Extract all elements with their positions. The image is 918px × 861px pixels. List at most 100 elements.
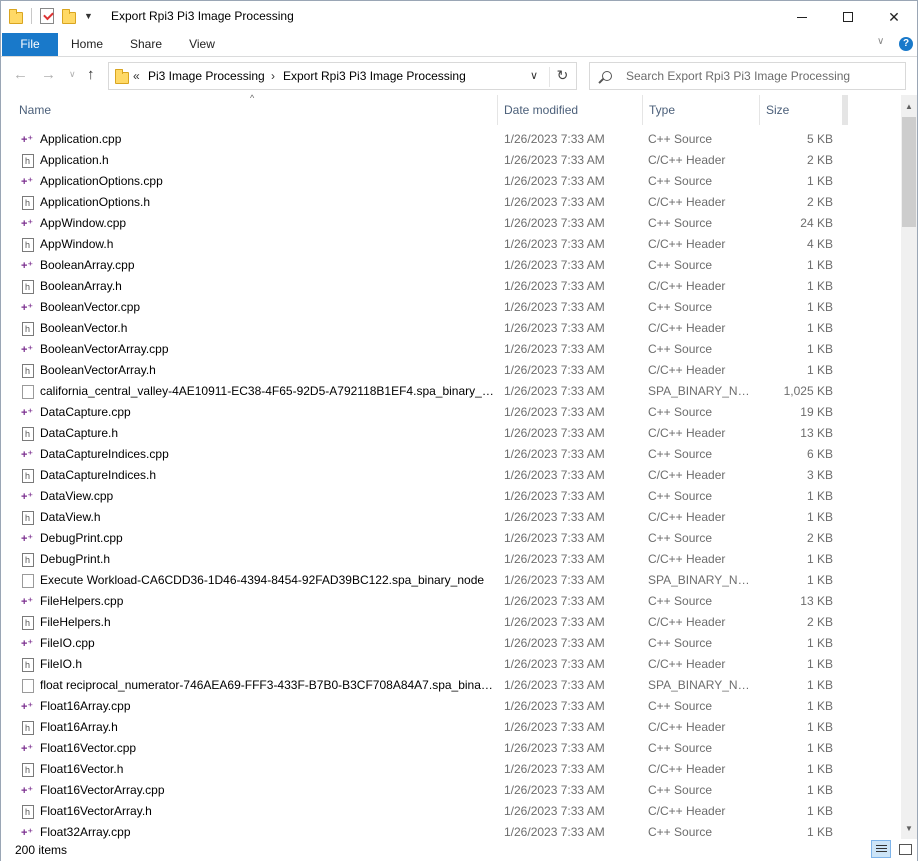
column-type[interactable]: Type	[642, 95, 759, 125]
file-row[interactable]: +⁺ BooleanArray.cpp 1/26/2023 7:33 AM C++ S…	[1, 255, 901, 276]
column-date-modified[interactable]: Date modified	[497, 95, 642, 125]
file-row[interactable]: DataCapture.h 1/26/2023 7:33 AM C/C++ Head…	[1, 423, 901, 445]
file-size: 1 KB	[806, 762, 833, 776]
file-date-modified: 1/26/2023 7:33 AM	[504, 489, 605, 503]
file-row[interactable]: float reciprocal_numerator-746AEA69-FFF3…	[1, 675, 901, 696]
file-row[interactable]: +⁺ AppWindow.cpp 1/26/2023 7:33 AM C++ Sour…	[1, 213, 901, 234]
file-date-modified: 1/26/2023 7:33 AM	[504, 153, 605, 167]
file-type: C++ Source	[648, 300, 713, 314]
expand-ribbon-icon[interactable]: ∨	[877, 36, 884, 47]
details-view-icon[interactable]	[871, 840, 891, 858]
file-name: DataView.cpp	[40, 489, 114, 503]
column-name[interactable]: Name	[13, 95, 497, 125]
file-row[interactable]: +⁺ FileHelpers.cpp 1/26/2023 7:33 AM C++ So…	[1, 591, 901, 612]
search-box[interactable]	[589, 62, 906, 90]
vertical-scrollbar[interactable]: ▲ ▼	[901, 95, 917, 839]
address-bar[interactable]: « Pi3 Image Processing › Export Rpi3 Pi3…	[108, 62, 577, 90]
file-type: C/C++ Header	[648, 762, 726, 776]
file-type: C/C++ Header	[648, 237, 726, 251]
back-arrow-icon[interactable]: ←	[13, 66, 28, 83]
file-type: C/C++ Header	[648, 468, 726, 482]
breadcrumb-item[interactable]: Pi3 Image Processing	[148, 69, 265, 83]
file-row[interactable]: +⁺ Float16Vector.cpp 1/26/2023 7:33 AM C++ …	[1, 738, 901, 759]
scroll-down-icon[interactable]: ▼	[901, 821, 917, 837]
file-date-modified: 1/26/2023 7:33 AM	[504, 678, 605, 692]
file-row[interactable]: Float16VectorArray.h 1/26/2023 7:33 AM C/C…	[1, 801, 901, 823]
scroll-up-icon[interactable]: ▲	[901, 99, 917, 115]
file-row[interactable]: ApplicationOptions.h 1/26/2023 7:33 AM C/C…	[1, 192, 901, 214]
file-size: 1 KB	[806, 804, 833, 818]
tab-share[interactable]: Share	[121, 33, 171, 56]
file-row[interactable]: Float16Vector.h 1/26/2023 7:33 AM C/C++ He…	[1, 759, 901, 781]
file-row[interactable]: +⁺ ApplicationOptions.cpp 1/26/2023 7:33 A…	[1, 171, 901, 192]
file-size: 1 KB	[806, 300, 833, 314]
file-row[interactable]: +⁺ BooleanVector.cpp 1/26/2023 7:33 AM C++ …	[1, 297, 901, 318]
file-row[interactable]: +⁺ Float16Array.cpp 1/26/2023 7:33 AM C++ S…	[1, 696, 901, 717]
address-dropdown-icon[interactable]: ∨	[525, 69, 543, 85]
file-row[interactable]: Execute Workload-CA6CDD36-1D46-4394-8454…	[1, 570, 901, 591]
file-row[interactable]: +⁺ Float16VectorArray.cpp 1/26/2023 7:33 A…	[1, 780, 901, 801]
header-file-icon	[22, 466, 34, 487]
column-size[interactable]: Size	[759, 95, 842, 125]
tab-file[interactable]: File	[2, 33, 58, 56]
help-icon[interactable]: ?	[899, 37, 913, 51]
breadcrumb-separator-icon[interactable]: ›	[271, 69, 275, 83]
file-row[interactable]: +⁺ DataCaptureIndices.cpp 1/26/2023 7:33 A…	[1, 444, 901, 465]
breadcrumb-item[interactable]: Export Rpi3 Pi3 Image Processing	[283, 69, 466, 83]
file-type: C++ Source	[648, 825, 713, 839]
file-row[interactable]: BooleanArray.h 1/26/2023 7:33 AM C/C++ Hea…	[1, 276, 901, 298]
file-date-modified: 1/26/2023 7:33 AM	[504, 447, 605, 461]
file-name: BooleanArray.h	[40, 279, 122, 293]
up-arrow-icon[interactable]: ↑	[87, 66, 95, 83]
file-row[interactable]: DataCaptureIndices.h 1/26/2023 7:33 AM C/C…	[1, 465, 901, 487]
file-date-modified: 1/26/2023 7:33 AM	[504, 510, 605, 524]
search-input[interactable]	[626, 68, 896, 84]
file-row[interactable]: FileHelpers.h 1/26/2023 7:33 AM C/C++ Head…	[1, 612, 901, 634]
file-row[interactable]: AppWindow.h 1/26/2023 7:33 AM C/C++ Header…	[1, 234, 901, 256]
tab-view[interactable]: View	[179, 33, 225, 56]
file-name: BooleanVectorArray.cpp	[40, 342, 169, 356]
large-icons-view-icon[interactable]	[895, 840, 915, 858]
breadcrumb-overflow[interactable]: «	[133, 69, 140, 83]
file-row[interactable]: DebugPrint.h 1/26/2023 7:33 AM C/C++ Heade…	[1, 549, 901, 571]
file-name: FileHelpers.h	[40, 615, 111, 629]
forward-arrow-icon[interactable]: →	[41, 66, 56, 83]
file-row[interactable]: FileIO.h 1/26/2023 7:33 AM C/C++ Header 1 K…	[1, 654, 901, 676]
properties-icon[interactable]	[40, 8, 54, 24]
refresh-icon[interactable]: ↻	[549, 67, 575, 87]
navigation-bar: ← → ∨ ↑ « Pi3 Image Processing › Export …	[1, 57, 917, 95]
tab-home[interactable]: Home	[61, 33, 113, 56]
file-row[interactable]: +⁺ FileIO.cpp 1/26/2023 7:33 AM C++ Source 1…	[1, 633, 901, 654]
file-size: 24 KB	[800, 216, 833, 230]
file-row[interactable]: BooleanVectorArray.h 1/26/2023 7:33 AM C/C…	[1, 360, 901, 382]
file-row[interactable]: california_central_valley-4AE10911-EC38-…	[1, 381, 901, 402]
close-button[interactable]: ✕	[871, 1, 917, 33]
cpp-file-icon: +⁺	[21, 260, 34, 272]
customize-toolbar-dropdown-icon[interactable]: ▼	[84, 11, 93, 21]
generic-file-icon	[22, 574, 34, 588]
file-row[interactable]: +⁺ Application.cpp 1/26/2023 7:33 AM C++ So…	[1, 129, 901, 150]
new-folder-icon[interactable]	[62, 8, 76, 24]
file-size: 1 KB	[806, 678, 833, 692]
file-name: BooleanVectorArray.h	[40, 363, 156, 377]
header-file-icon	[22, 361, 34, 382]
folder-icon	[115, 69, 129, 84]
file-row[interactable]: Application.h 1/26/2023 7:33 AM C/C++ Head…	[1, 150, 901, 172]
file-date-modified: 1/26/2023 7:33 AM	[504, 573, 605, 587]
file-row[interactable]: Float16Array.h 1/26/2023 7:33 AM C/C++ Hea…	[1, 717, 901, 739]
minimize-button[interactable]	[779, 1, 825, 33]
header-file-icon	[22, 550, 34, 571]
file-row[interactable]: +⁺ BooleanVectorArray.cpp 1/26/2023 7:33 A…	[1, 339, 901, 360]
scrollbar-thumb[interactable]	[902, 117, 916, 227]
maximize-button[interactable]	[825, 1, 871, 33]
file-row[interactable]: DataView.h 1/26/2023 7:33 AM C/C++ Header 1…	[1, 507, 901, 529]
file-row[interactable]: +⁺ Float32Array.cpp 1/26/2023 7:33 AM C++ S…	[1, 822, 901, 839]
cpp-file-icon: +⁺	[21, 449, 34, 461]
file-row[interactable]: +⁺ DataView.cpp 1/26/2023 7:33 AM C++ Sourc…	[1, 486, 901, 507]
recent-locations-chevron-icon[interactable]: ∨	[69, 69, 76, 80]
file-row[interactable]: BooleanVector.h 1/26/2023 7:33 AM C/C++ He…	[1, 318, 901, 340]
file-name: DataView.h	[40, 510, 101, 524]
file-date-modified: 1/26/2023 7:33 AM	[504, 174, 605, 188]
file-row[interactable]: +⁺ DebugPrint.cpp 1/26/2023 7:33 AM C++ Sou…	[1, 528, 901, 549]
file-row[interactable]: +⁺ DataCapture.cpp 1/26/2023 7:33 AM C++ So…	[1, 402, 901, 423]
